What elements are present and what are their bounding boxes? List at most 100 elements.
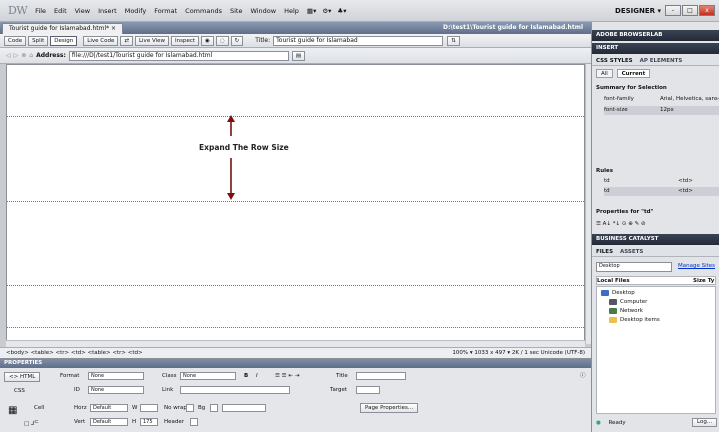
current-tab[interactable]: Current [616,69,651,78]
visual-aids-icon[interactable]: ◌ [215,35,229,46]
maximize-button[interactable]: □ [682,5,698,16]
workspace-switcher[interactable]: DESIGNER ▾ [615,7,661,15]
tree-item-network[interactable]: Network [609,307,643,316]
app-logo: DW [8,4,28,17]
link-field[interactable] [180,386,290,394]
split-view-button[interactable]: Split [28,35,49,46]
size-column[interactable]: Size Ty [693,277,714,286]
rule-row[interactable]: td <td> [604,187,719,196]
menu-help[interactable]: Help [284,7,299,15]
menu-bar: DW File Edit View Insert Modify Format C… [0,0,719,22]
html-mode-button[interactable]: <> HTML [4,372,41,382]
page-properties-button[interactable]: Page Properties... [360,403,419,413]
document-tab[interactable]: Tourist guide for Islamabad.html* × [2,23,124,34]
bg-input[interactable] [222,404,266,412]
extend-icon[interactable]: ⚙▾ [322,7,331,15]
back-icon[interactable]: ◁ [6,52,11,59]
design-canvas[interactable]: Expand The Row Size [6,64,586,344]
help-icon[interactable]: ⓘ [580,371,586,379]
browserlab-header[interactable]: ADOBE BROWSERLAB [592,30,719,41]
css-styles-tabs: CSS STYLES AP ELEMENTS [592,56,719,66]
horizontal-scrollbar[interactable] [6,340,585,347]
ap-elements-tab[interactable]: AP ELEMENTS [640,58,683,64]
target-select[interactable] [356,386,380,394]
refresh-icon[interactable]: ↻ [230,35,244,46]
menu-file[interactable]: File [35,7,46,15]
design-view-button[interactable]: Design [50,35,78,46]
menu-insert[interactable]: Insert [98,7,117,15]
close-button[interactable]: x [699,5,715,16]
files-tab[interactable]: FILES [596,249,613,255]
header-checkbox[interactable] [190,418,198,426]
live-view-button[interactable]: Live View [134,35,169,46]
log-button[interactable]: Log... [692,418,718,427]
site-icon[interactable]: ♣▾ [337,7,346,15]
document-tab-bar: Tourist guide for Islamabad.html* × D:\t… [0,22,591,34]
summary-row[interactable]: font-family Arial, Helvetica, sans-se [604,95,719,111]
rule-row[interactable]: td <td> [604,177,719,186]
menu-window[interactable]: Window [250,7,276,15]
address-bar: ◁ ▷ ⊗ ⌂ Address: file:///D|/test1/Touris… [0,48,591,64]
toolbar-icon[interactable]: ⇄ [120,35,133,46]
h-label: H [132,419,137,425]
h-input[interactable]: 175 [140,418,158,426]
tag-selector[interactable]: <body> <table> <tr> <td> <table> <tr> <t… [6,350,143,356]
menu-site[interactable]: Site [230,7,242,15]
status-icon: ● [596,420,601,426]
properties-panel: PROPERTIES <> HTML CSS Format None Class… [0,358,591,432]
bg-color-swatch[interactable] [210,404,218,412]
forward-icon[interactable]: ▷ [14,52,19,59]
tree-item-desktop-items[interactable]: Desktop items [609,316,660,325]
files-location-row: Desktop Manage Sites [596,262,716,272]
css-styles-tab[interactable]: CSS STYLES [596,58,633,64]
business-catalyst-header[interactable]: BUSINESS CATALYST [592,234,719,245]
rules-title: Rules [596,168,614,174]
address-options-icon[interactable]: ▤ [291,50,306,61]
css-toolbar-icons[interactable]: ☰ A↓ *↓ ⊙ ⊕ ✎ ⊘ [596,220,716,229]
menu-format[interactable]: Format [154,7,177,15]
tree-item-desktop[interactable]: Desktop [601,289,635,298]
menu-modify[interactable]: Modify [125,7,147,15]
location-select[interactable]: Desktop [596,262,672,272]
tag-selector-bar: <body> <table> <tr> <td> <table> <tr> <t… [0,347,591,358]
insert-header[interactable]: INSERT [592,43,719,54]
address-input[interactable]: file:///D|/test1/Tourist guide for Islam… [68,50,289,61]
summary-prop: font-family [604,96,634,102]
bold-button[interactable]: B [244,373,248,379]
horz-select[interactable]: Default [90,404,128,412]
stop-icon[interactable]: ⊗ [21,52,26,59]
list-buttons-icon[interactable]: ☰ ☰ ⇤ ⇥ [275,373,299,379]
title-field[interactable] [356,372,406,380]
home-icon[interactable]: ⌂ [29,52,33,59]
class-label: Class [162,373,177,379]
minimize-button[interactable]: - [665,5,681,16]
document-path: D:\test1\Tourist guide for Islamabad.htm… [443,24,583,31]
file-management-icon[interactable]: ⇅ [447,35,460,46]
layout-icon[interactable]: ▦▾ [307,7,316,15]
w-input[interactable] [140,404,158,412]
inspect-button[interactable]: Inspect [171,35,200,46]
italic-button[interactable]: I [256,373,258,379]
browser-preview-icon[interactable]: ◉ [201,35,214,46]
nowrap-checkbox[interactable] [186,404,194,412]
id-select[interactable]: None [88,386,144,394]
local-files-column[interactable]: Local Files [597,278,630,284]
code-view-button[interactable]: Code [4,35,27,46]
css-mode-button[interactable]: CSS [14,388,25,394]
menu-edit[interactable]: Edit [54,7,67,15]
assets-tab[interactable]: ASSETS [620,249,643,255]
menu-view[interactable]: View [75,7,90,15]
class-select[interactable]: None [180,372,236,380]
summary-row[interactable]: font-size 12px [604,106,719,115]
bg-label: Bg [198,405,206,411]
all-tab[interactable]: All [596,69,613,78]
folder-icon [609,316,617,323]
title-input[interactable]: Tourist guide for Islamabad [273,35,444,46]
tree-item-computer[interactable]: Computer [609,298,647,307]
split-cell-icon[interactable]: □ ⅃ᄃ [24,419,39,427]
menu-commands[interactable]: Commands [185,7,222,15]
live-code-button[interactable]: Live Code [83,35,119,46]
format-select[interactable]: None [88,372,144,380]
vert-select[interactable]: Default [90,418,128,426]
manage-sites-link[interactable]: Manage Sites [678,262,715,271]
